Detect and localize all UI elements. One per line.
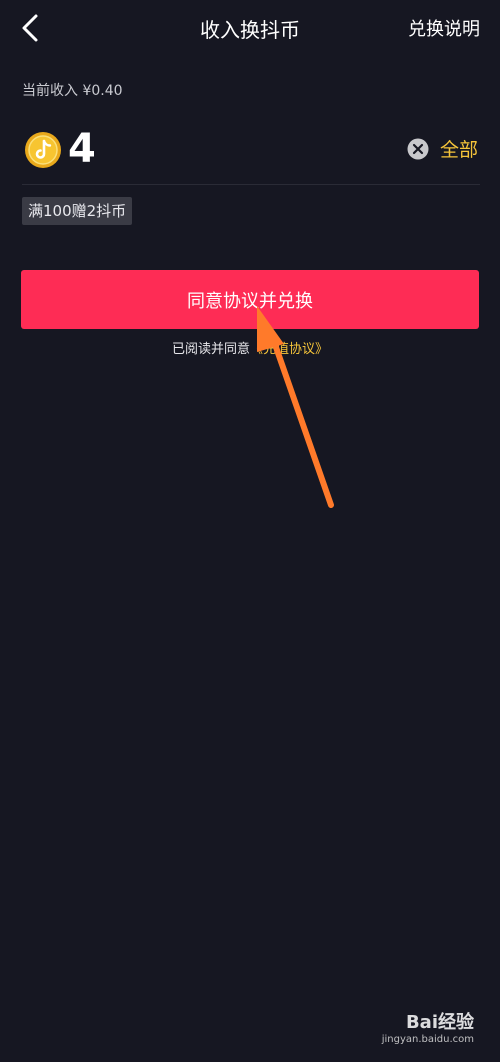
divider [22, 184, 480, 185]
exchange-amount-input[interactable] [68, 123, 368, 175]
header-bar: 收入换抖币 兑换说明 [0, 0, 500, 56]
watermark-url: jingyan.baidu.com [381, 1034, 474, 1045]
back-arrow-icon [22, 14, 38, 42]
douyin-coin-icon [25, 132, 61, 168]
watermark: Bai经验 jingyan.baidu.com [354, 1008, 474, 1052]
back-button[interactable] [14, 10, 50, 46]
agreement-prefix: 已阅读并同意 [171, 342, 250, 357]
all-amount-button[interactable]: 全部 [440, 135, 478, 162]
baidu-jingyan-logo: Bai经验 [405, 1012, 474, 1033]
promo-badge: 满100赠2抖币 [22, 197, 133, 225]
exchange-help-link[interactable]: 兑换说明 [408, 15, 480, 41]
recharge-agreement-link[interactable]: 《充值协议》 [250, 342, 328, 357]
clear-icon[interactable] [407, 138, 429, 160]
agree-and-exchange-button[interactable]: 同意协议并兑换 [21, 270, 479, 329]
current-income-label: 当前收入 ¥0.40 [22, 83, 123, 99]
agreement-notice: 已阅读并同意《充值协议》 [0, 338, 500, 357]
amount-row: 全部 [0, 118, 500, 182]
